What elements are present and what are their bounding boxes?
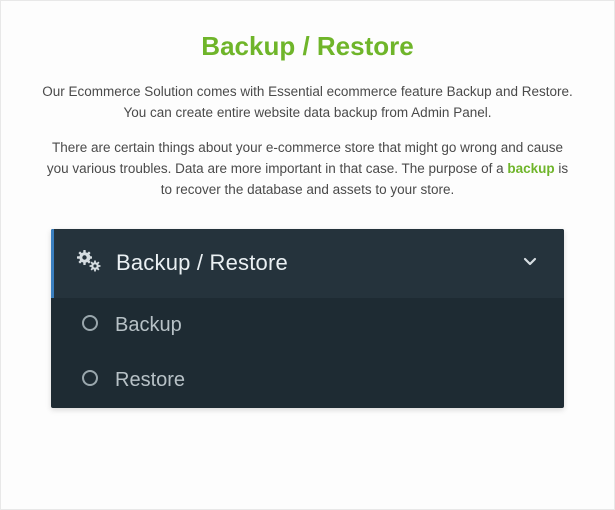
sidebar-item-backup[interactable]: Backup (51, 298, 564, 353)
description-paragraph-2: There are certain things about your e-co… (41, 138, 574, 201)
description-paragraph-1: Our Ecommerce Solution comes with Essent… (41, 82, 574, 124)
sidebar-item-backup-restore[interactable]: Backup / Restore (51, 229, 564, 298)
para2-part-a: There are certain things about your e-co… (47, 140, 563, 176)
circle-icon (81, 369, 99, 392)
page-title: Backup / Restore (41, 31, 574, 62)
sidebar-panel: Backup / Restore Backup Restore (51, 229, 564, 408)
circle-icon (81, 314, 99, 337)
cogs-icon (76, 249, 102, 278)
sidebar-item-label: Backup (115, 314, 182, 337)
chevron-down-icon (522, 253, 538, 274)
para2-accent: backup (507, 161, 554, 176)
sidebar-item-label: Restore (115, 369, 185, 392)
sidebar-item-restore[interactable]: Restore (51, 353, 564, 408)
sidebar-header-label: Backup / Restore (116, 250, 522, 276)
